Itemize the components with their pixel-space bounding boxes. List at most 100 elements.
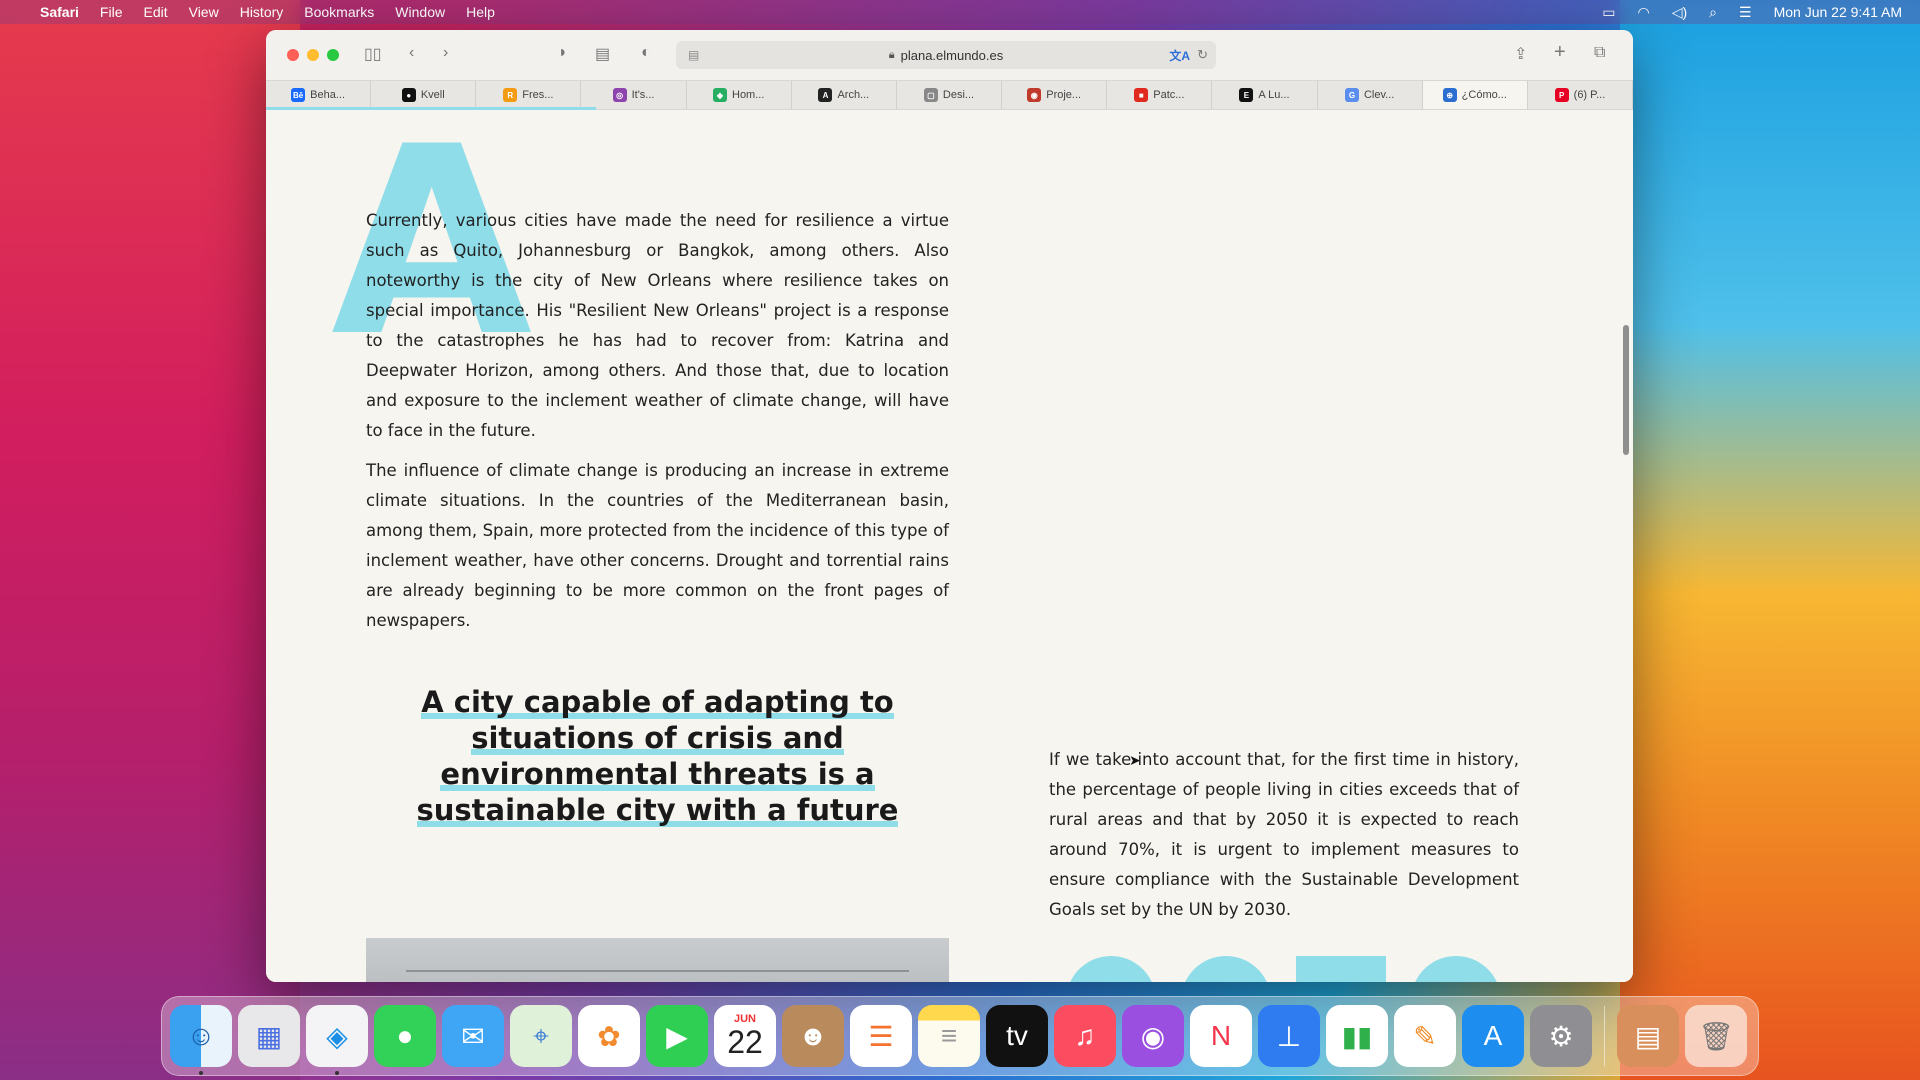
browser-tab[interactable]: G Clev... bbox=[1318, 81, 1423, 109]
facetime-icon[interactable]: ▶ bbox=[646, 1005, 708, 1067]
calendar-day: 22 bbox=[727, 1024, 763, 1060]
menu-clock[interactable]: Mon Jun 22 9:41 AM bbox=[1774, 4, 1902, 20]
system-preferences-icon[interactable]: ⚙ bbox=[1530, 1005, 1592, 1067]
browser-tab[interactable]: ◉ Proje... bbox=[1002, 81, 1108, 109]
menu-help[interactable]: Help bbox=[466, 4, 495, 20]
tab-label: Clev... bbox=[1363, 89, 1395, 101]
finder-icon[interactable]: ☺ bbox=[170, 1005, 232, 1075]
photos-icon[interactable]: ✿ bbox=[578, 1005, 640, 1067]
window-controls bbox=[287, 49, 339, 61]
page-scrollbar[interactable] bbox=[1623, 325, 1629, 455]
apple-tv-icon[interactable]: tv bbox=[986, 1005, 1048, 1067]
launchpad-icon[interactable]: ▦ bbox=[238, 1005, 300, 1067]
keynote-icon[interactable]: ⊥ bbox=[1258, 1005, 1320, 1067]
menu-window[interactable]: Window bbox=[395, 4, 445, 20]
article-paragraph-2: The influence of climate change is produ… bbox=[366, 461, 949, 630]
tab-favicon-icon: P bbox=[1554, 88, 1569, 102]
browser-tab[interactable]: ◎ It's... bbox=[581, 81, 687, 109]
spotlight-search-icon[interactable]: ⌕ bbox=[1709, 4, 1717, 21]
infographic-shape bbox=[1296, 956, 1386, 982]
article-image bbox=[366, 938, 949, 982]
pull-quote-text: A city capable of adapting to situations… bbox=[416, 685, 899, 827]
infographic-shape bbox=[1181, 956, 1271, 982]
reminders-icon[interactable]: ☰ bbox=[850, 1005, 912, 1067]
article-paragraph-1: Currently, various cities have made the … bbox=[366, 211, 949, 440]
numbers-icon[interactable]: ▮▮ bbox=[1326, 1005, 1388, 1067]
tab-favicon-icon: E bbox=[1239, 88, 1254, 102]
article-pull-quote: A city capable of adapting to situations… bbox=[366, 684, 949, 828]
tab-overview-icon[interactable]: ⧉ bbox=[1594, 44, 1605, 62]
tab-favicon-icon: Bē bbox=[291, 88, 306, 102]
menu-bookmarks[interactable]: Bookmarks bbox=[304, 4, 374, 20]
reload-icon[interactable]: ↻ bbox=[1197, 47, 1208, 63]
menu-history[interactable]: History bbox=[240, 4, 284, 20]
running-indicator bbox=[335, 1071, 339, 1075]
infographic-shape bbox=[1411, 956, 1501, 982]
infographic-shape bbox=[1066, 956, 1156, 982]
privacy-shield-icon[interactable]: ◐ bbox=[641, 44, 651, 62]
minimize-window-button[interactable] bbox=[307, 49, 319, 61]
tab-favicon-icon: ◉ bbox=[1027, 88, 1042, 102]
mail-icon[interactable]: ✉ bbox=[442, 1005, 504, 1067]
tab-label: Hom... bbox=[732, 89, 765, 101]
address-bar[interactable]: ▤ 🔒︎ plana.elmundo.es 文A ↻ bbox=[676, 41, 1216, 69]
trash-icon[interactable]: 🗑︎ bbox=[1685, 1005, 1747, 1067]
lock-icon: 🔒︎ bbox=[888, 48, 895, 61]
maps-icon[interactable]: ⌖ bbox=[510, 1005, 572, 1067]
browser-tab[interactable]: A Arch... bbox=[792, 81, 897, 109]
wifi-icon[interactable]: ◠ bbox=[1638, 4, 1650, 21]
browser-tab[interactable]: E A Lu... bbox=[1212, 81, 1318, 109]
browser-toolbar: ▯▯ ‹ › ◗ ▤ ◐ ▤ 🔒︎ plana.elmundo.es 文A ↻ … bbox=[266, 30, 1633, 80]
contacts-icon[interactable]: ☻ bbox=[782, 1005, 844, 1067]
safari-icon[interactable]: ◈ bbox=[306, 1005, 368, 1075]
new-tab-icon[interactable]: + bbox=[1554, 41, 1566, 64]
menu-app-name[interactable]: Safari bbox=[40, 4, 79, 20]
browser-tab[interactable]: ▢ Desi... bbox=[897, 81, 1003, 109]
tab-favicon-icon: ■ bbox=[1134, 88, 1149, 102]
notes-icon[interactable]: ≡ bbox=[918, 1005, 980, 1067]
translate-icon[interactable]: 文A bbox=[1169, 47, 1190, 64]
reader-mode-icon[interactable]: ▤ bbox=[688, 48, 699, 62]
browser-tab[interactable]: ⊕ ¿Cómo... bbox=[1422, 81, 1528, 109]
tab-label: Arch... bbox=[837, 89, 870, 101]
menu-edit[interactable]: Edit bbox=[143, 4, 167, 20]
article-page: A Currently, various cities have made th… bbox=[266, 110, 1633, 982]
extension-icon[interactable]: ◗ bbox=[558, 44, 568, 62]
app-store-icon[interactable]: A bbox=[1462, 1005, 1524, 1067]
back-arrow-icon[interactable]: ‹ bbox=[409, 44, 414, 62]
menu-file[interactable]: File bbox=[100, 4, 123, 20]
tab-favicon-icon: ◆ bbox=[713, 88, 727, 102]
wallpaper-right bbox=[1620, 0, 1920, 1080]
volume-icon[interactable]: ◁) bbox=[1672, 4, 1687, 21]
music-icon[interactable]: ♫ bbox=[1054, 1005, 1116, 1067]
pages-icon[interactable]: ✎ bbox=[1394, 1005, 1456, 1067]
wallpaper-left bbox=[0, 0, 300, 1080]
browser-tab[interactable]: ■ Patc... bbox=[1107, 81, 1213, 109]
zoom-window-button[interactable] bbox=[327, 49, 339, 61]
share-icon[interactable]: ⇪ bbox=[1514, 44, 1527, 64]
tab-label: It's... bbox=[631, 89, 655, 101]
tab-favicon-icon: G bbox=[1344, 88, 1359, 102]
browser-tab[interactable]: ◆ Hom... bbox=[687, 81, 792, 109]
podcasts-icon[interactable]: ◉ bbox=[1122, 1005, 1184, 1067]
airplay-icon[interactable]: ▭ bbox=[1602, 4, 1615, 21]
tab-label: ¿Cómo... bbox=[1461, 89, 1507, 101]
tab-favicon-icon: ▢ bbox=[923, 88, 938, 102]
tab-label: (6) P... bbox=[1573, 89, 1606, 101]
close-window-button[interactable] bbox=[287, 49, 299, 61]
tab-label: Patc... bbox=[1153, 89, 1185, 101]
calendar-icon[interactable]: JUN 22 bbox=[714, 1005, 776, 1067]
mouse-cursor-icon: ➤ bbox=[1129, 752, 1141, 768]
sidebar-toggle-icon[interactable]: ▯▯ bbox=[364, 44, 382, 64]
downloads-stack-icon[interactable]: ▤ bbox=[1617, 1005, 1679, 1067]
messages-icon[interactable]: ● bbox=[374, 1005, 436, 1067]
tab-favicon-icon: ⊕ bbox=[1442, 88, 1457, 102]
menu-view[interactable]: View bbox=[189, 4, 219, 20]
tab-label: Proje... bbox=[1046, 89, 1082, 101]
browser-tab[interactable]: P (6) P... bbox=[1528, 81, 1633, 109]
control-center-icon[interactable]: ☰ bbox=[1739, 4, 1752, 21]
forward-arrow-icon[interactable]: › bbox=[443, 44, 448, 62]
tab-label: Fres... bbox=[522, 89, 554, 101]
news-icon[interactable]: N bbox=[1190, 1005, 1252, 1067]
reader-extension-icon[interactable]: ▤ bbox=[595, 44, 610, 64]
